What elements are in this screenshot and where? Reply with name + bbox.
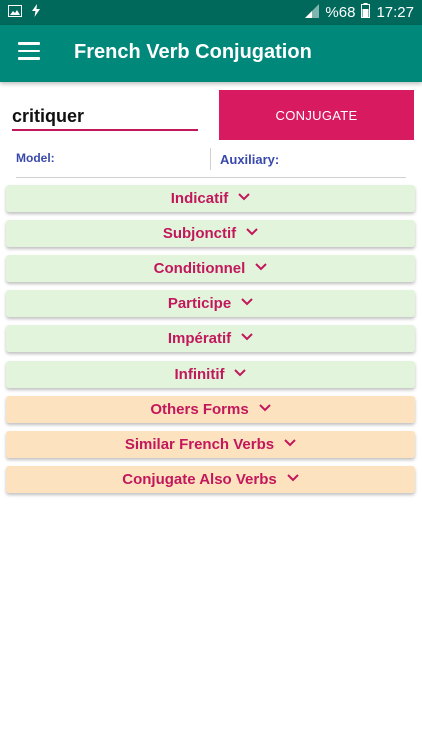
section-indicatif[interactable]: Indicatif xyxy=(6,185,415,212)
section-others-forms[interactable]: Others Forms xyxy=(6,396,415,423)
section-label: Similar French Verbs xyxy=(124,436,275,453)
status-bar: %68 17:27 xyxy=(0,0,422,25)
model-label: Model: xyxy=(16,151,55,165)
section-label: Indicatif xyxy=(170,190,229,207)
charging-icon xyxy=(32,4,40,21)
section-label: Infinitif xyxy=(174,366,225,383)
section-conditionnel[interactable]: Conditionnel xyxy=(6,255,415,282)
chevron-down-icon xyxy=(287,473,299,481)
auxiliary-label: Auxiliary: xyxy=(220,152,280,167)
section-label: Conjugate Also Verbs xyxy=(122,471,277,488)
verb-input[interactable] xyxy=(12,103,198,131)
battery-icon xyxy=(361,3,371,22)
section-label: Impératif xyxy=(167,330,232,347)
section-label: Subjonctif xyxy=(162,225,237,242)
chevron-down-icon xyxy=(234,368,247,376)
menu-icon[interactable] xyxy=(18,42,40,60)
app-bar: French Verb Conjugation xyxy=(0,25,422,82)
section-conjugate-also[interactable]: Conjugate Also Verbs xyxy=(6,466,415,493)
chevron-down-icon xyxy=(241,332,253,340)
image-notification-icon xyxy=(8,4,22,21)
status-right: %68 17:27 xyxy=(305,3,414,22)
section-subjonctif[interactable]: Subjonctif xyxy=(6,220,415,247)
chevron-down-icon xyxy=(241,297,253,305)
chevron-down-icon xyxy=(255,262,268,270)
section-similar-verbs[interactable]: Similar French Verbs xyxy=(6,431,415,458)
conjugate-button[interactable]: CONJUGATE xyxy=(219,90,414,140)
chevron-down-icon xyxy=(284,438,296,446)
battery-percent: %68 xyxy=(325,4,356,21)
section-label: Participe xyxy=(167,295,232,312)
clock: 17:27 xyxy=(376,4,414,21)
section-label: Others Forms xyxy=(150,401,249,418)
horizontal-divider xyxy=(16,177,406,178)
section-participe[interactable]: Participe xyxy=(6,290,415,317)
vertical-divider xyxy=(210,148,211,170)
chevron-down-icon xyxy=(238,192,250,200)
chevron-down-icon xyxy=(246,227,258,235)
section-imperatif[interactable]: Impératif xyxy=(6,325,415,352)
chevron-down-icon xyxy=(258,403,271,411)
app-title: French Verb Conjugation xyxy=(74,41,312,63)
status-left xyxy=(8,4,40,21)
section-label: Conditionnel xyxy=(153,260,246,277)
section-infinitif[interactable]: Infinitif xyxy=(6,361,415,388)
signal-icon xyxy=(305,3,320,22)
